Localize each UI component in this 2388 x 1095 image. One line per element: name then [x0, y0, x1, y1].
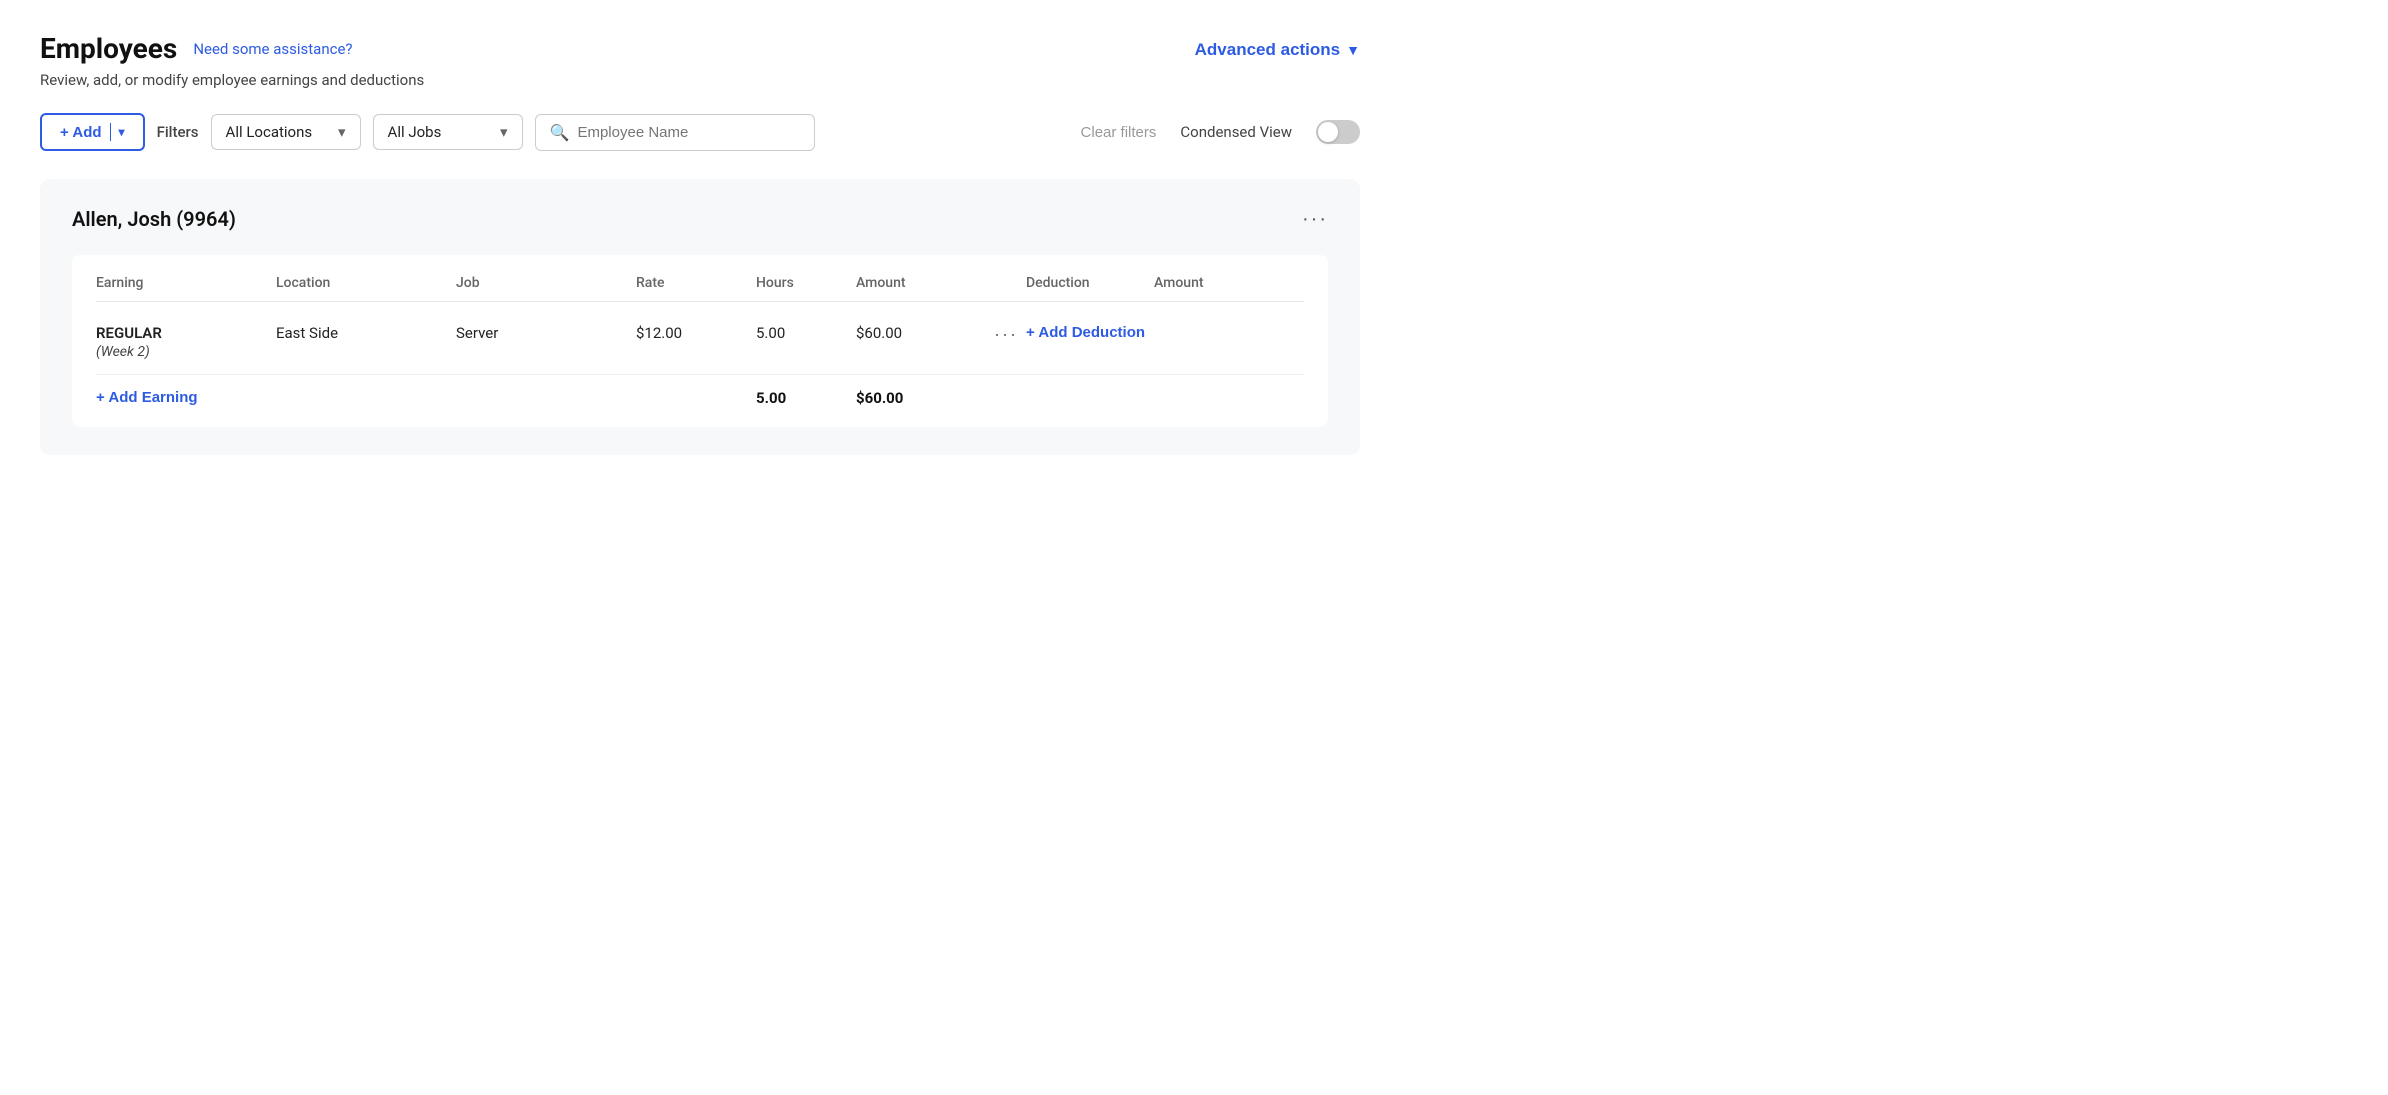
add-button[interactable]: + Add ▾	[40, 113, 145, 151]
header-hours: Hours	[756, 275, 856, 291]
add-deduction-button[interactable]: + Add Deduction	[1026, 324, 1145, 341]
all-jobs-dropdown[interactable]: All Jobs ▾	[373, 114, 523, 150]
header-rate: Rate	[636, 275, 756, 291]
condensed-view-toggle[interactable]	[1316, 120, 1360, 144]
totals-location	[276, 389, 456, 407]
add-earning-button[interactable]: + Add Earning	[96, 389, 198, 406]
add-label: + Add	[60, 124, 102, 141]
row-amount: $60.00	[856, 324, 986, 342]
earning-name: REGULAR	[96, 324, 276, 342]
jobs-caret-icon: ▾	[500, 123, 508, 141]
all-locations-label: All Locations	[226, 123, 313, 141]
header-location: Location	[276, 275, 456, 291]
header-deduction: Deduction	[1026, 275, 1154, 291]
add-deduction-cell: + Add Deduction	[1026, 324, 1154, 341]
add-divider	[110, 123, 111, 141]
header-deduction-amount: Amount	[1154, 275, 1304, 291]
page-title: Employees	[40, 32, 177, 65]
earnings-table: Earning Location Job Rate Hours Amount D…	[72, 255, 1328, 427]
filters-label: Filters	[157, 123, 199, 141]
table-row: REGULAR (Week 2) East Side Server $12.00…	[96, 310, 1304, 375]
employee-search-box[interactable]: 🔍	[535, 114, 815, 151]
earning-sub: (Week 2)	[96, 344, 276, 360]
all-locations-dropdown[interactable]: All Locations ▾	[211, 114, 361, 150]
header-amount: Amount	[856, 275, 986, 291]
advanced-actions-label: Advanced actions	[1195, 40, 1341, 60]
totals-deduction	[1026, 389, 1154, 407]
totals-job	[456, 389, 636, 407]
row-rate: $12.00	[636, 324, 756, 342]
help-link[interactable]: Need some assistance?	[193, 40, 352, 58]
employee-more-button[interactable]: ···	[1302, 208, 1328, 231]
search-input[interactable]	[577, 124, 799, 141]
header-earning: Earning	[96, 275, 276, 291]
condensed-view-label: Condensed View	[1180, 123, 1292, 141]
totals-rate	[636, 389, 756, 407]
advanced-actions-button[interactable]: Advanced actions ▼	[1195, 32, 1360, 68]
row-job: Server	[456, 324, 636, 342]
add-caret-icon: ▾	[119, 125, 125, 139]
header-job: Job	[456, 275, 636, 291]
row-more-button[interactable]: ···	[986, 324, 1026, 345]
search-icon: 🔍	[550, 123, 570, 142]
employee-name: Allen, Josh (9964)	[72, 207, 236, 231]
all-jobs-label: All Jobs	[388, 123, 442, 141]
totals-deduction-amount	[1154, 389, 1304, 407]
totals-row: + Add Earning 5.00 $60.00	[96, 375, 1304, 407]
clear-filters-button[interactable]: Clear filters	[1081, 124, 1157, 141]
row-location: East Side	[276, 324, 456, 342]
row-hours: 5.00	[756, 324, 856, 342]
employee-card: Allen, Josh (9964) ··· Earning Location …	[40, 179, 1360, 455]
page-subtitle: Review, add, or modify employee earnings…	[40, 71, 424, 89]
totals-hours: 5.00	[756, 389, 856, 407]
employee-card-header: Allen, Josh (9964) ···	[72, 207, 1328, 231]
totals-spacer	[986, 389, 1026, 407]
chevron-down-icon: ▼	[1346, 42, 1360, 58]
add-earning-cell: + Add Earning	[96, 389, 276, 407]
totals-amount: $60.00	[856, 389, 986, 407]
header-spacer	[986, 275, 1026, 291]
locations-caret-icon: ▾	[338, 123, 346, 141]
table-header-row: Earning Location Job Rate Hours Amount D…	[96, 275, 1304, 302]
row-earning: REGULAR (Week 2)	[96, 324, 276, 360]
